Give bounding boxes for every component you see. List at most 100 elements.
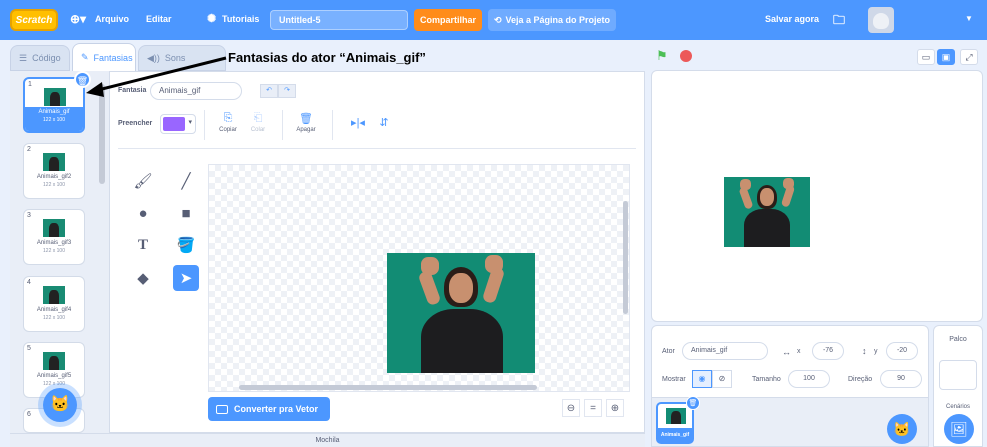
paste-icon: ⎗ — [253, 112, 263, 124]
normal-stage-button[interactable]: ▣ — [937, 49, 955, 65]
select-tool[interactable]: ➤ — [173, 265, 199, 291]
costume-name-label: Fantasia — [118, 87, 147, 94]
undo-button[interactable]: ↶ — [260, 84, 278, 98]
text-tool[interactable]: T — [130, 232, 156, 258]
stage[interactable] — [651, 70, 983, 322]
costume-size: 122 x 100 — [43, 381, 65, 387]
stage-thumbnail — [939, 360, 977, 390]
share-button[interactable]: Compartilhar — [414, 9, 482, 31]
paste-button[interactable]: ⎗ Colar — [240, 112, 276, 133]
show-label: Mostrar — [662, 376, 686, 383]
convert-label: Converter pra Vetor — [234, 404, 319, 414]
redo-button[interactable]: ↷ — [278, 84, 296, 98]
stop-icon[interactable] — [680, 50, 692, 62]
delete-button[interactable]: 🗑 Apagar — [288, 112, 324, 133]
globe-icon[interactable]: ⊕▾ — [70, 12, 86, 26]
small-stage-icon: ▭ — [921, 52, 931, 62]
folder-icon[interactable]: 🗀 — [833, 11, 845, 32]
costume-number: 1 — [28, 81, 32, 88]
sprite-name-input[interactable]: Animais_gif — [682, 342, 768, 360]
show-visible-button[interactable]: ◉ — [692, 370, 712, 388]
canvas-vertical-scrollbar[interactable] — [623, 201, 628, 314]
fullscreen-button[interactable]: ⤢ — [960, 49, 978, 65]
woman-figure — [387, 253, 535, 373]
line-tool[interactable]: ╱ — [173, 168, 199, 194]
fill-color-swatch — [163, 117, 185, 131]
save-now-button[interactable]: Salvar agora — [765, 14, 819, 24]
x-arrows-icon: ↔ — [782, 347, 791, 357]
flip-vertical-button[interactable]: ⇵ — [366, 116, 402, 131]
trash-icon: 🗑 — [299, 113, 313, 125]
x-input[interactable]: -76 — [812, 342, 844, 360]
zoom-out-button[interactable]: ⊖ — [562, 399, 580, 417]
eye-closed-icon: ⊘ — [718, 374, 726, 383]
eraser-tool[interactable]: ◆ — [130, 265, 156, 291]
y-arrows-icon: ↕ — [862, 346, 867, 356]
trash-icon[interactable]: 🗑 — [686, 396, 700, 410]
costume-number: 6 — [27, 411, 31, 418]
trash-icon[interactable]: 🗑 — [74, 71, 91, 88]
y-input[interactable]: -20 — [886, 342, 918, 360]
divider — [204, 110, 205, 140]
fill-color-picker[interactable]: ▾ — [160, 114, 196, 134]
edit-menu[interactable]: Editar — [146, 14, 172, 24]
costume-item-2[interactable]: 2 Animais_gif2 122 x 100 — [23, 143, 85, 199]
fill-tool[interactable]: 🪣 — [173, 232, 199, 258]
see-project-page-button[interactable]: ⟲ Veja a Página do Projeto — [488, 9, 616, 31]
scratch-logo[interactable]: Scratch — [10, 9, 58, 31]
tab-sounds[interactable]: ◀)) Sons — [138, 45, 226, 71]
circle-tool[interactable]: ● — [130, 200, 156, 226]
rectangle-icon: ■ — [181, 204, 191, 222]
chevron-down-icon[interactable]: ▼ — [965, 14, 973, 23]
tutorials-menu[interactable]: Tutoriais — [222, 14, 259, 24]
paint-editor: Fantasia Animais_gif ↶ ↷ Preencher ▾ ⎘ C… — [110, 71, 645, 433]
zoom-in-button[interactable]: ⊕ — [606, 399, 624, 417]
divider — [332, 110, 333, 140]
convert-to-vector-button[interactable]: Converter pra Vetor — [208, 397, 330, 421]
tab-code-label: Código — [32, 53, 61, 63]
costume-number: 3 — [27, 212, 31, 219]
canvas-horizontal-scrollbar[interactable] — [239, 385, 537, 390]
zoom-in-icon: ⊕ — [610, 403, 620, 414]
normal-stage-icon: ▣ — [941, 52, 951, 62]
costume-name-input[interactable]: Animais_gif — [150, 82, 242, 100]
lightbulb-icon: ✺ — [207, 13, 217, 25]
eye-icon: ◉ — [698, 374, 706, 383]
see-project-page-label: Veja a Página do Projeto — [505, 15, 611, 25]
small-stage-button[interactable]: ▭ — [917, 49, 935, 65]
tab-costumes[interactable]: ✎ Fantasias — [72, 43, 136, 71]
user-avatar[interactable] — [868, 7, 894, 33]
sprite-on-stage[interactable] — [724, 177, 810, 247]
costume-size: 122 x 100 — [43, 315, 65, 321]
text-icon: T — [137, 236, 148, 253]
costume-thumbnail — [43, 286, 65, 304]
choose-backdrop-button[interactable]: 🖼 — [944, 414, 974, 444]
rectangle-tool[interactable]: ■ — [173, 200, 199, 226]
costume-thumbnail — [43, 219, 65, 237]
green-flag-icon[interactable]: ⚑ — [656, 48, 668, 64]
woman-figure — [724, 177, 810, 247]
costume-list-scrollbar[interactable] — [99, 84, 105, 184]
paint-canvas[interactable] — [208, 164, 630, 392]
backpack-bar[interactable]: Mochila — [10, 433, 645, 447]
costume-item-4[interactable]: 4 Animais_gif4 122 x 100 — [23, 276, 85, 332]
costume-item-1[interactable]: 1 Animais_gif 122 x 100 🗑 — [23, 71, 91, 133]
tab-code[interactable]: ☰ Código — [10, 45, 70, 71]
sprite-thumbnail[interactable]: Animais_gif 🗑 — [656, 396, 700, 444]
size-input[interactable]: 100 — [788, 370, 830, 388]
costume-item-3[interactable]: 3 Animais_gif3 122 x 100 — [23, 209, 85, 265]
y-label: y — [874, 348, 878, 355]
file-menu[interactable]: Arquivo — [95, 14, 129, 24]
choose-sprite-button[interactable]: 🐱 — [887, 414, 917, 444]
choose-costume-button[interactable]: 🐱 — [43, 388, 77, 422]
fill-label: Preencher — [118, 120, 153, 127]
show-hidden-button[interactable]: ⊘ — [712, 370, 732, 388]
brush-icon: ✎ — [81, 52, 89, 62]
project-title-input[interactable]: Untitled-5 — [270, 10, 408, 30]
size-label: Tamanho — [752, 376, 781, 383]
zoom-reset-button[interactable]: = — [584, 399, 602, 417]
direction-input[interactable]: 90 — [880, 370, 922, 388]
cursor-icon: ➤ — [179, 270, 193, 287]
costume-name: Animais_gif — [38, 109, 70, 115]
brush-tool[interactable]: 🖌 — [130, 168, 156, 194]
